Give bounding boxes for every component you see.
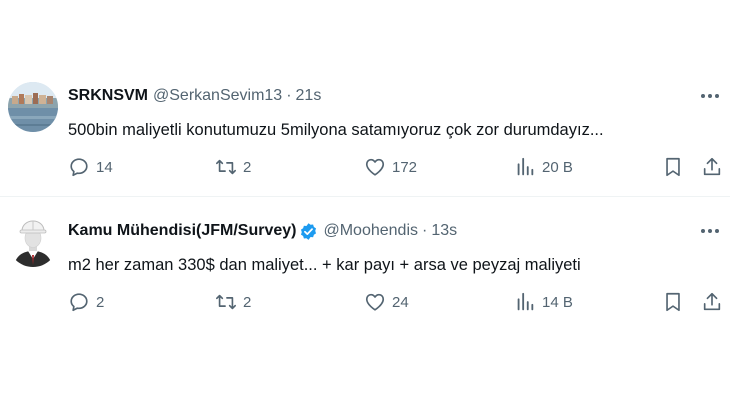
share-icon [701, 156, 723, 178]
reply-count: 2 [96, 293, 105, 311]
more-options-button[interactable] [698, 220, 722, 242]
heart-icon [364, 291, 386, 313]
verified-badge-icon [299, 222, 318, 241]
retweet-count: 2 [243, 158, 252, 176]
bookmark-button[interactable] [662, 289, 684, 315]
avatar[interactable] [8, 82, 58, 132]
share-button[interactable] [701, 289, 723, 315]
retweet-button[interactable]: 2 [215, 154, 251, 180]
like-button[interactable]: 24 [364, 289, 409, 315]
share-icon [701, 291, 723, 313]
reply-count: 14 [96, 158, 113, 176]
timestamp[interactable]: 13s [431, 220, 457, 242]
display-name[interactable]: Kamu Mühendisi(JFM/Survey) [68, 220, 296, 242]
retweet-icon [215, 156, 237, 178]
avatar[interactable] [8, 217, 58, 267]
separator-dot: · [286, 87, 292, 104]
reply-button[interactable]: 2 [68, 289, 104, 315]
engineer-avatar [8, 217, 58, 267]
reply-icon [68, 291, 90, 313]
reply-button[interactable]: 14 [68, 154, 113, 180]
user-handle[interactable]: @Moohendis [323, 220, 418, 242]
tweet-card[interactable]: Kamu Mühendisi(JFM/Survey) @Moohendis · … [0, 197, 730, 327]
more-horizontal-icon [701, 229, 719, 233]
views-chart-icon [514, 291, 536, 313]
tweet-actions: 2 2 24 14 B [0, 289, 730, 315]
user-handle[interactable]: @SerkanSevim13 [153, 85, 282, 107]
display-name[interactable]: SRKNSVM [68, 85, 148, 107]
bookmark-icon [662, 291, 684, 313]
tweet-text: m2 her zaman 330$ dan maliyet... + kar p… [68, 256, 581, 274]
separator-dot: · [422, 222, 428, 239]
harbor-photo-avatar [8, 82, 58, 132]
bookmark-icon [662, 156, 684, 178]
tweet-actions: 14 2 172 20 B [0, 154, 730, 180]
like-count: 24 [392, 293, 409, 311]
more-horizontal-icon [701, 94, 719, 98]
like-count: 172 [392, 158, 418, 176]
views-button[interactable]: 20 B [514, 154, 573, 180]
views-count: 14 B [542, 293, 573, 311]
tweet-text: 500bin maliyetli konutumuzu 5milyona sat… [68, 121, 604, 139]
more-options-button[interactable] [698, 85, 722, 107]
like-button[interactable]: 172 [364, 154, 417, 180]
reply-icon [68, 156, 90, 178]
retweet-button[interactable]: 2 [215, 289, 251, 315]
retweet-icon [215, 291, 237, 313]
share-button[interactable] [701, 154, 723, 180]
bookmark-button[interactable] [662, 154, 684, 180]
retweet-count: 2 [243, 293, 252, 311]
heart-icon [364, 156, 386, 178]
views-chart-icon [514, 156, 536, 178]
tweet-card[interactable]: SRKNSVM @SerkanSevim13 · 21s 500bin mali… [0, 62, 730, 196]
timestamp[interactable]: 21s [296, 85, 322, 107]
views-count: 20 B [542, 158, 573, 176]
views-button[interactable]: 14 B [514, 289, 573, 315]
